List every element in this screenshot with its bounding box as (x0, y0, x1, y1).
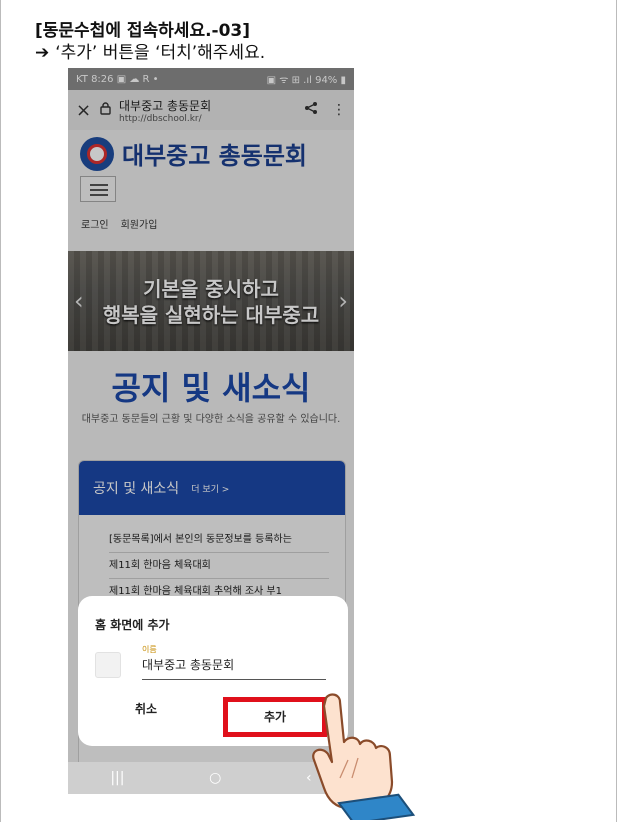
shortcut-icon (95, 652, 121, 678)
cancel-button[interactable]: 취소 (126, 700, 166, 717)
dialog-title: 홈 화면에 추가 (95, 618, 170, 632)
pointing-hand-icon (312, 693, 416, 820)
instruction-text: ‘추가’ 버튼을 ‘터치’해주세요. (55, 43, 266, 63)
name-field-label: 이름 (142, 645, 157, 654)
name-field[interactable]: 대부중고 총동문회 (142, 656, 326, 680)
arrow-icon: ➔ (35, 43, 50, 63)
home-icon[interactable]: ○ (209, 770, 221, 786)
recent-apps-icon[interactable]: ||| (110, 770, 124, 786)
document-instruction: ➔ ‘추가’ 버튼을 ‘터치’해주세요. (35, 38, 265, 63)
phone-screenshot: KT 8:26 ▣ ☁ R • ▣ ᯤ ⊞ .ıl 94% ▮ × 대부중고 총… (68, 68, 354, 794)
